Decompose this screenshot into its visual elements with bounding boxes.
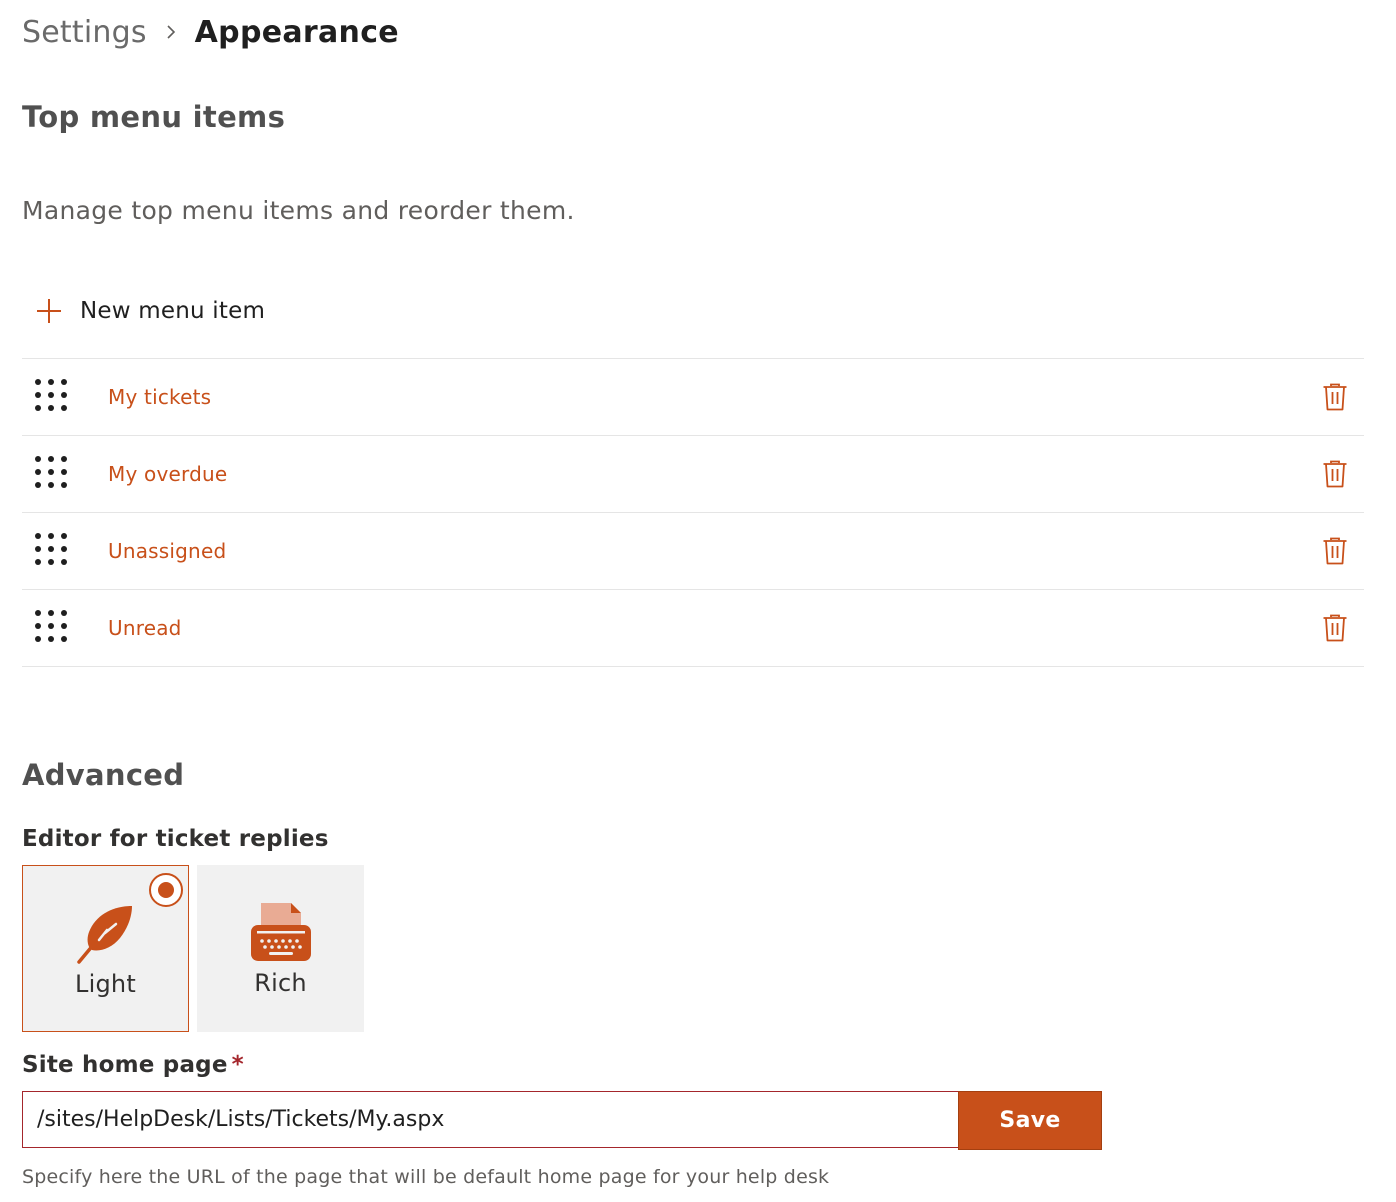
advanced-section-title: Advanced bbox=[22, 758, 185, 792]
chevron-right-icon bbox=[147, 8, 195, 56]
editor-option-light[interactable]: Light bbox=[22, 865, 189, 1032]
save-button[interactable]: Save bbox=[958, 1091, 1102, 1150]
breadcrumb-settings-link[interactable]: Settings bbox=[22, 15, 147, 50]
menu-item-link[interactable]: Unread bbox=[108, 616, 182, 640]
drag-handle-icon[interactable] bbox=[35, 533, 71, 569]
editor-field-label: Editor for ticket replies bbox=[22, 826, 329, 852]
new-menu-item-label: New menu item bbox=[80, 298, 266, 324]
menu-item-link[interactable]: Unassigned bbox=[108, 539, 226, 563]
plus-icon bbox=[30, 292, 68, 330]
home-page-hint: Specify here the URL of the page that wi… bbox=[22, 1166, 830, 1188]
top-menu-description: Manage top menu items and reorder them. bbox=[22, 196, 575, 225]
home-page-url-row: Save bbox=[22, 1091, 1102, 1150]
menu-items-list: My tickets My overdue Unassigned Unread bbox=[22, 358, 1364, 667]
menu-item-link[interactable]: My overdue bbox=[108, 462, 227, 486]
home-page-label-text: Site home page bbox=[22, 1052, 228, 1078]
menu-item-row: My overdue bbox=[22, 436, 1364, 513]
trash-icon[interactable] bbox=[1320, 381, 1350, 413]
required-marker: * bbox=[231, 1052, 244, 1078]
appearance-settings-page: Settings Appearance Top menu items Manag… bbox=[0, 0, 1396, 1202]
drag-handle-icon[interactable] bbox=[35, 379, 71, 415]
drag-handle-icon[interactable] bbox=[35, 456, 71, 492]
menu-item-row: Unread bbox=[22, 590, 1364, 667]
page-title: Appearance bbox=[194, 14, 399, 50]
editor-option-label: Light bbox=[75, 970, 136, 998]
editor-option-label: Rich bbox=[254, 969, 307, 997]
trash-icon[interactable] bbox=[1320, 612, 1350, 644]
menu-item-row: Unassigned bbox=[22, 513, 1364, 590]
trash-icon[interactable] bbox=[1320, 458, 1350, 490]
menu-item-link[interactable]: My tickets bbox=[108, 385, 211, 409]
trash-icon[interactable] bbox=[1320, 535, 1350, 567]
breadcrumb: Settings Appearance bbox=[22, 8, 399, 56]
editor-options: Light Rich bbox=[22, 865, 364, 1032]
typewriter-icon bbox=[249, 901, 313, 965]
editor-option-rich[interactable]: Rich bbox=[197, 865, 364, 1032]
menu-item-row: My tickets bbox=[22, 359, 1364, 436]
radio-selected-icon bbox=[149, 873, 183, 907]
home-page-url-input[interactable] bbox=[22, 1091, 958, 1148]
new-menu-item-button[interactable]: New menu item bbox=[30, 286, 265, 336]
drag-handle-icon[interactable] bbox=[35, 610, 71, 646]
top-menu-section-title: Top menu items bbox=[22, 100, 286, 134]
feather-icon bbox=[74, 902, 138, 966]
home-page-field-label: Site home page * bbox=[22, 1052, 244, 1078]
